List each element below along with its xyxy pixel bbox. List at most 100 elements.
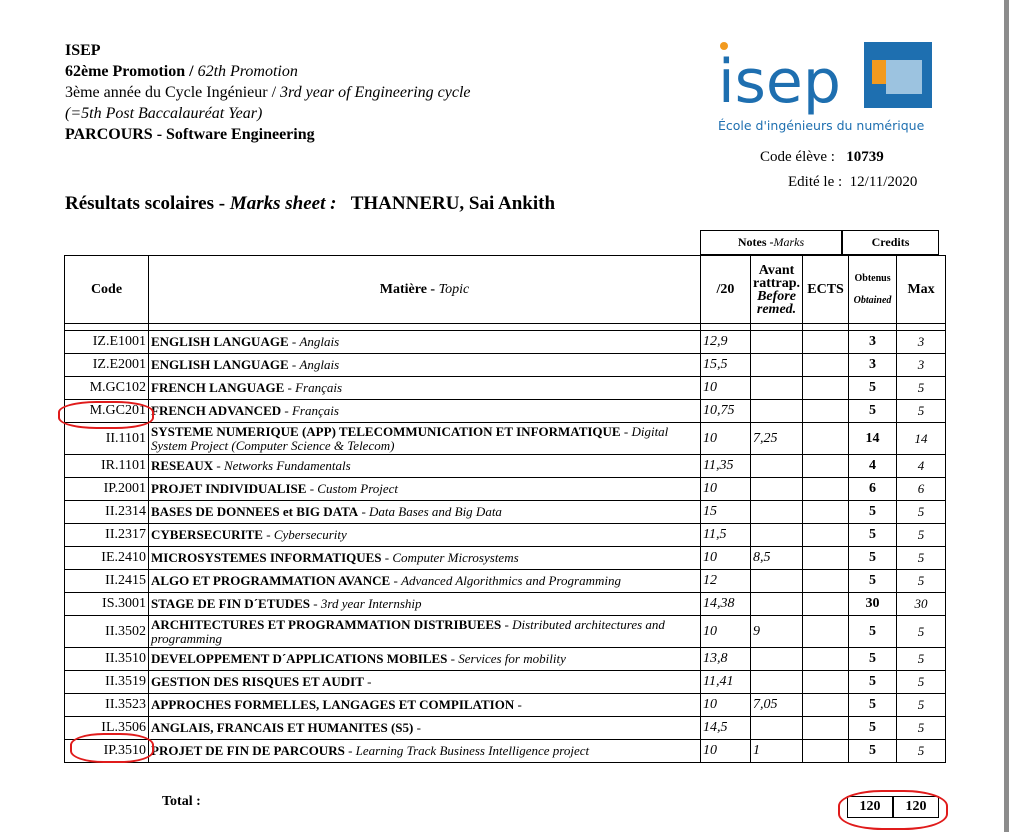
table-row: II.2314 BASES DE DONNEES et BIG DATA - Da… <box>64 500 947 524</box>
topic-fr: RESEAUX <box>151 458 214 473</box>
table-row: IR.1101 RESEAUX - Networks Fundamentals 11… <box>64 454 947 478</box>
row-mark: 11,5 <box>700 523 751 547</box>
row-credits-obtained: 5 <box>848 569 898 593</box>
col-max: Max <box>896 255 947 324</box>
table-row: II.3519 GESTION DES RISQUES ET AUDIT - 11… <box>64 670 947 694</box>
topic-separator: - <box>501 616 513 632</box>
col-before-remed: Avant rattrap. Before remed. <box>749 255 804 324</box>
student-name: THANNERU, Sai Ankith <box>350 193 556 214</box>
row-ects <box>802 569 850 593</box>
row-mark: 10 <box>700 422 751 455</box>
row-ects <box>802 647 850 671</box>
row-credits-obtained: 5 <box>848 670 898 694</box>
row-credits-obtained: 3 <box>848 330 898 354</box>
row-mark: 14,5 <box>700 716 751 740</box>
parcours-line: PARCOURS - Software Engineering <box>65 126 315 143</box>
row-credits-obtained: 5 <box>848 500 898 524</box>
topic-separator: - <box>310 596 321 611</box>
row-topic: BASES DE DONNEES et BIG DATA - Data Base… <box>148 500 701 524</box>
row-code: IZ.E2001 <box>64 353 149 377</box>
row-mark: 10 <box>700 693 751 717</box>
row-code: II.2314 <box>64 500 149 524</box>
col-mark-20: /20 <box>700 255 751 324</box>
topic-en: Learning Track Business Intelligence pro… <box>355 743 590 758</box>
annotation-circle-total <box>838 790 948 830</box>
row-credits-obtained: 5 <box>848 546 898 570</box>
row-credits-max: 5 <box>896 546 947 570</box>
school-name: ISEP <box>65 42 101 59</box>
row-ects <box>802 500 850 524</box>
table-row: IZ.E1001 ENGLISH LANGUAGE - Anglais 12,9 3 3 <box>64 330 947 354</box>
topic-en: Anglais <box>299 334 340 349</box>
row-credits-max: 5 <box>896 500 947 524</box>
annotation-circle-il3506 <box>70 733 154 763</box>
row-credits-max: 5 <box>896 376 947 400</box>
row-before-remed <box>749 376 804 400</box>
row-ects <box>802 546 850 570</box>
row-before-remed <box>749 523 804 547</box>
row-mark: 14,38 <box>700 592 751 616</box>
row-topic: ENGLISH LANGUAGE - Anglais <box>148 353 701 377</box>
post-bac-line: (=5th Post Baccalauréat Year) <box>65 105 263 122</box>
topic-fr: PROJET DE FIN DE PARCOURS <box>151 743 345 758</box>
row-mark: 13,8 <box>700 647 751 671</box>
row-topic: MICROSYSTEMES INFORMATIQUES - Computer M… <box>148 546 701 570</box>
topic-separator: - <box>381 550 393 565</box>
topic-separator: - <box>413 720 421 735</box>
topic-separator: - <box>344 743 356 758</box>
topic-fr: ARCHITECTURES ET PROGRAMMATION DISTRIBUE… <box>151 616 502 632</box>
topic-en: Networks Fundamentals <box>223 458 351 473</box>
year-line: 3ème année du Cycle Ingénieur / 3rd year… <box>65 82 470 103</box>
row-mark: 12 <box>700 569 751 593</box>
row-before-remed: 7,05 <box>749 693 804 717</box>
topic-en: 3rd year Internship <box>320 596 422 611</box>
row-before-remed <box>749 353 804 377</box>
topic-en: Français <box>291 403 339 418</box>
window-edge <box>1004 0 1009 832</box>
row-ects <box>802 422 850 455</box>
topic-fr: PROJET INDIVIDUALISE <box>151 481 307 496</box>
col-ects: ECTS <box>802 255 850 324</box>
row-mark: 10,75 <box>700 399 751 423</box>
row-before-remed: 7,25 <box>749 422 804 455</box>
row-ects <box>802 330 850 354</box>
edit-date-value: 12/11/2020 <box>849 174 918 190</box>
topic-separator: - <box>213 458 224 473</box>
row-topic: PROJET DE FIN DE PARCOURS - Learning Tra… <box>148 739 701 763</box>
table-spacer <box>64 323 947 331</box>
topic-separator: - <box>358 504 370 519</box>
row-topic: FRENCH ADVANCED - Français <box>148 399 701 423</box>
row-mark: 10 <box>700 376 751 400</box>
row-credits-obtained: 4 <box>848 454 898 478</box>
row-topic: PROJET INDIVIDUALISE - Custom Project <box>148 477 701 501</box>
row-topic: STAGE DE FIN D´ETUDES - 3rd year Interns… <box>148 592 701 616</box>
row-topic: ARCHITECTURES ET PROGRAMMATION DISTRIBUE… <box>148 615 701 648</box>
topic-fr: SYSTEME NUMERIQUE (APP) TELECOMMUNICATIO… <box>151 423 621 439</box>
document-header: ISEP 62ème Promotion / 62th Promotion 3è… <box>65 40 470 145</box>
row-before-remed <box>749 569 804 593</box>
row-topic: DEVELOPPEMENT D´APPLICATIONS MOBILES - S… <box>148 647 701 671</box>
row-code: II.2415 <box>64 569 149 593</box>
row-credits-max: 5 <box>896 615 947 648</box>
row-code: II.3523 <box>64 693 149 717</box>
row-credits-max: 5 <box>896 739 947 763</box>
topic-separator: - <box>514 697 522 712</box>
row-credits-max: 5 <box>896 647 947 671</box>
topic-fr: MICROSYSTEMES INFORMATIQUES <box>151 550 382 565</box>
row-credits-max: 5 <box>896 523 947 547</box>
row-credits-obtained: 5 <box>848 399 898 423</box>
topic-separator: - <box>363 674 372 689</box>
row-credits-max: 3 <box>896 330 947 354</box>
row-before-remed <box>749 500 804 524</box>
row-topic: RESEAUX - Networks Fundamentals <box>148 454 701 478</box>
row-ects <box>802 454 850 478</box>
row-credits-max: 5 <box>896 569 947 593</box>
row-ects <box>802 353 850 377</box>
row-ects <box>802 399 850 423</box>
topic-separator: - <box>288 334 300 349</box>
row-credits-obtained: 5 <box>848 716 898 740</box>
row-credits-obtained: 5 <box>848 615 898 648</box>
row-mark: 11,41 <box>700 670 751 694</box>
row-code: IS.3001 <box>64 592 149 616</box>
row-code: II.2317 <box>64 523 149 547</box>
